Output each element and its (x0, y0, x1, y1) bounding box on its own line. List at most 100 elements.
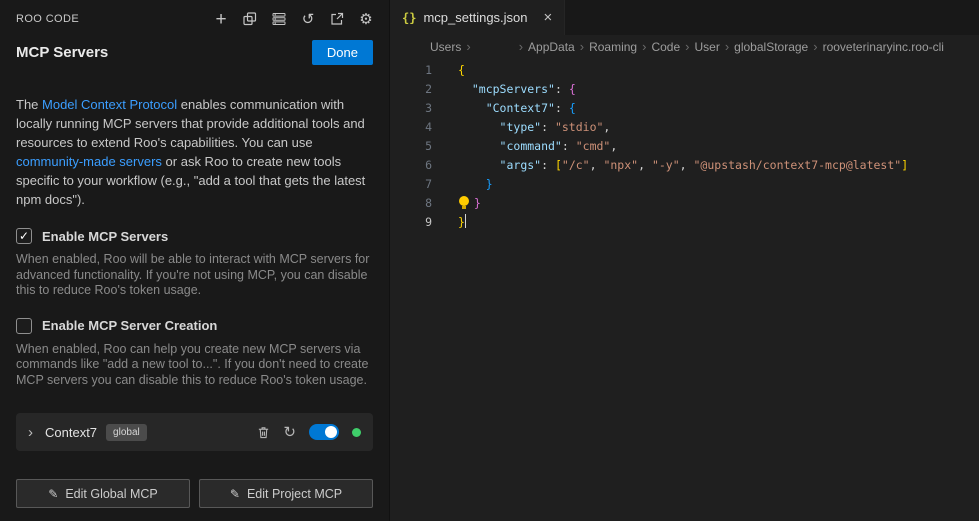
enable-mcp-creation-checkbox[interactable] (16, 318, 32, 334)
server-enabled-toggle[interactable] (309, 424, 339, 440)
enable-mcp-creation-row[interactable]: Enable MCP Server Creation (16, 318, 373, 334)
breadcrumb-item[interactable]: rooveterinaryinc.roo-cli (823, 40, 944, 54)
code-token (458, 158, 500, 172)
code-token: ] (901, 158, 908, 172)
code-token (458, 82, 472, 96)
code-token: } (474, 196, 481, 210)
editor-tab-bar: {} mcp_settings.json × (390, 0, 979, 35)
code-text: } (432, 194, 481, 213)
breadcrumb-item[interactable]: Code (651, 40, 680, 54)
intro-text: The Model Context Protocol enables commu… (0, 95, 389, 209)
breadcrumb-separator: › (642, 39, 646, 54)
code-token: "args" (500, 158, 542, 172)
code-token: : (555, 101, 569, 115)
breadcrumb-item[interactable]: Users (430, 40, 461, 54)
line-number: 4 (390, 118, 432, 137)
mcp-servers-icon[interactable] (270, 10, 288, 28)
line-number: 7 (390, 175, 432, 194)
tab-close-icon[interactable]: × (544, 10, 553, 25)
line-number: 6 (390, 156, 432, 175)
tab-mcp-settings-json[interactable]: {} mcp_settings.json × (390, 0, 565, 35)
breadcrumb-item[interactable]: Roaming (589, 40, 637, 54)
code-token: : (541, 158, 555, 172)
code-line[interactable]: 5 "command": "cmd", (390, 137, 979, 156)
code-token (458, 120, 500, 134)
code-token: , (590, 158, 604, 172)
code-token: : (555, 82, 569, 96)
enable-mcp-creation-label: Enable MCP Server Creation (42, 318, 217, 333)
code-token: { (458, 63, 465, 77)
code-token: [ (555, 158, 562, 172)
prompts-icon[interactable] (241, 10, 259, 28)
code-text: } (432, 213, 466, 232)
enable-mcp-servers-description: When enabled, Roo will be able to intera… (16, 252, 373, 299)
code-area[interactable]: 1{2 "mcpServers": {3 "Context7": {4 "typ… (390, 58, 979, 521)
json-file-icon: {} (402, 11, 416, 25)
line-number: 5 (390, 137, 432, 156)
code-token: "type" (500, 120, 542, 134)
server-status-dot (352, 428, 361, 437)
page-title: MCP Servers (16, 44, 108, 61)
enable-mcp-servers-checkbox[interactable]: ✓ (16, 228, 32, 244)
code-token: "-y" (652, 158, 680, 172)
line-number: 1 (390, 61, 432, 80)
code-token: "command" (500, 139, 562, 153)
tab-filename: mcp_settings.json (423, 10, 527, 25)
breadcrumb-item[interactable]: AppData (528, 40, 575, 54)
pencil-icon: ✎ (230, 487, 240, 501)
code-text: "args": ["/c", "npx", "-y", "@upstash/co… (432, 156, 908, 175)
new-task-icon[interactable]: + (212, 10, 230, 28)
code-line[interactable]: 9} (390, 213, 979, 232)
code-token: "npx" (603, 158, 638, 172)
code-line[interactable]: 3 "Context7": { (390, 99, 979, 118)
expand-chevron-icon[interactable]: › (28, 425, 33, 440)
code-token: "stdio" (555, 120, 603, 134)
edit-project-mcp-button[interactable]: ✎ Edit Project MCP (199, 479, 373, 508)
enable-mcp-servers-row[interactable]: ✓ Enable MCP Servers (16, 228, 373, 244)
open-in-editor-icon[interactable] (328, 10, 346, 28)
code-token: { (569, 101, 576, 115)
code-token: } (486, 177, 493, 191)
app-window: ROO CODE + ↺ (0, 0, 979, 521)
code-text: } (432, 175, 493, 194)
code-line[interactable]: 4 "type": "stdio", (390, 118, 979, 137)
lightbulb-icon[interactable] (458, 196, 472, 209)
enable-mcp-servers-label: Enable MCP Servers (42, 229, 168, 244)
code-line[interactable]: 2 "mcpServers": { (390, 80, 979, 99)
edit-global-mcp-button[interactable]: ✎ Edit Global MCP (16, 479, 190, 508)
breadcrumb-item[interactable]: User (694, 40, 719, 54)
breadcrumb-item[interactable]: globalStorage (734, 40, 808, 54)
code-text: "type": "stdio", (432, 118, 610, 137)
edit-project-mcp-label: Edit Project MCP (247, 487, 342, 501)
code-token: "mcpServers" (472, 82, 555, 96)
code-line[interactable]: 8} (390, 194, 979, 213)
toggle-knob (325, 426, 337, 438)
model-context-protocol-link[interactable]: Model Context Protocol (42, 97, 177, 112)
breadcrumb-separator: › (466, 39, 470, 54)
page-header: MCP Servers Done (0, 32, 389, 65)
community-servers-link[interactable]: community-made servers (16, 154, 162, 169)
mcp-server-row[interactable]: › Context7 global ↻ (16, 413, 373, 451)
line-number: 2 (390, 80, 432, 99)
done-button[interactable]: Done (312, 40, 373, 65)
settings-gear-icon[interactable]: ⚙ (357, 10, 375, 28)
code-token (458, 101, 486, 115)
panel-header: ROO CODE + ↺ (0, 0, 389, 32)
code-line[interactable]: 6 "args": ["/c", "npx", "-y", "@upstash/… (390, 156, 979, 175)
code-text: "Context7": { (432, 99, 576, 118)
code-token: "@upstash/context7-mcp@latest" (694, 158, 902, 172)
code-token: "Context7" (486, 101, 555, 115)
history-icon[interactable]: ↺ (299, 10, 317, 28)
line-number: 3 (390, 99, 432, 118)
enable-mcp-servers-setting: ✓ Enable MCP Servers When enabled, Roo w… (0, 228, 389, 299)
breadcrumb: Users››AppData›Roaming›Code›User›globalS… (390, 35, 979, 58)
code-text: { (432, 61, 465, 80)
code-token: : (541, 120, 555, 134)
text-cursor (465, 214, 467, 228)
delete-server-icon[interactable] (257, 426, 270, 439)
restart-server-icon[interactable]: ↻ (283, 423, 296, 441)
code-line[interactable]: 1{ (390, 61, 979, 80)
server-actions: ↻ (257, 423, 361, 441)
breadcrumb-separator: › (519, 39, 523, 54)
code-line[interactable]: 7 } (390, 175, 979, 194)
